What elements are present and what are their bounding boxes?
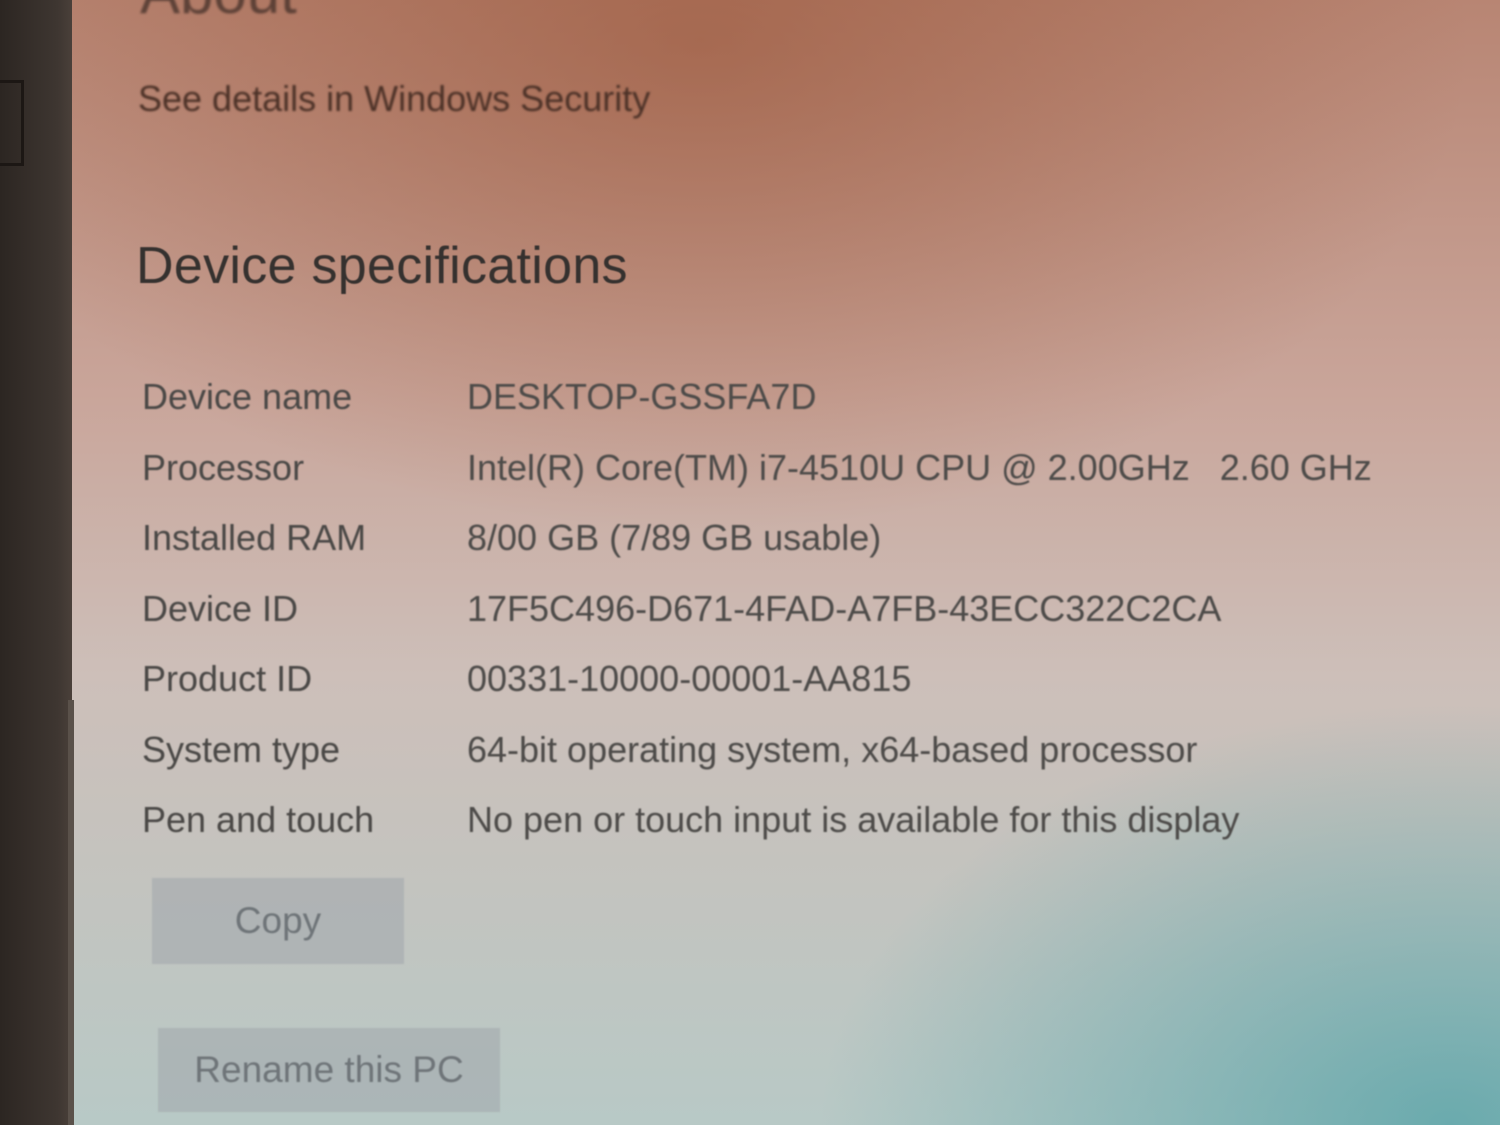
windows-security-link[interactable]: See details in Windows Security bbox=[138, 78, 650, 120]
spec-row-product-id: Product ID 00331-10000-00001-AA815 bbox=[142, 644, 1432, 715]
page-title: About bbox=[140, 0, 297, 27]
spec-label: Pen and touch bbox=[142, 799, 375, 841]
rename-pc-button[interactable]: Rename this PC bbox=[158, 1028, 500, 1112]
spec-row-device-id: Device ID 17F5C496-D671-4FAD-A7FB-43ECC3… bbox=[142, 574, 1432, 645]
spec-value: Intel(R) Core(TM) i7-4510U CPU @ 2.00GHz… bbox=[467, 446, 1372, 488]
spec-label: Processor bbox=[142, 446, 305, 488]
spec-value: No pen or touch input is available for t… bbox=[467, 799, 1240, 841]
spec-row-system-type: System type 64-bit operating system, x64… bbox=[142, 715, 1432, 786]
spec-label: Installed RAM bbox=[142, 517, 367, 559]
spec-label: Product ID bbox=[142, 658, 313, 700]
spec-row-processor: Processor Intel(R) Core(TM) i7-4510U CPU… bbox=[142, 433, 1432, 504]
spec-row-installed-ram: Installed RAM 8/00 GB (7/89 GB usable) bbox=[142, 503, 1432, 574]
spec-list: Device name DESKTOP-GSSFA7D Processor In… bbox=[142, 362, 1432, 856]
device-specifications-heading: Device specifications bbox=[136, 237, 628, 295]
spec-value: 8/00 GB (7/89 GB usable) bbox=[467, 517, 882, 559]
spec-row-pen-and-touch: Pen and touch No pen or touch input is a… bbox=[142, 785, 1432, 856]
navigation-pane bbox=[0, 0, 72, 1125]
spec-label: Device name bbox=[142, 376, 353, 418]
copy-button[interactable]: Copy bbox=[152, 878, 404, 964]
spec-value: 64-bit operating system, x64-based proce… bbox=[467, 728, 1198, 770]
spec-row-device-name: Device name DESKTOP-GSSFA7D bbox=[142, 362, 1432, 433]
spec-value: DESKTOP-GSSFA7D bbox=[467, 376, 817, 418]
nav-item-edge[interactable] bbox=[0, 80, 24, 166]
spec-value: 17F5C496-D671-4FAD-A7FB-43ECC322C2CA bbox=[467, 587, 1222, 629]
spec-value: 00331-10000-00001-AA815 bbox=[467, 658, 912, 700]
about-page: About See details in Windows Security De… bbox=[72, 0, 1500, 1125]
spec-label: System type bbox=[142, 728, 341, 770]
spec-label: Device ID bbox=[142, 587, 299, 629]
